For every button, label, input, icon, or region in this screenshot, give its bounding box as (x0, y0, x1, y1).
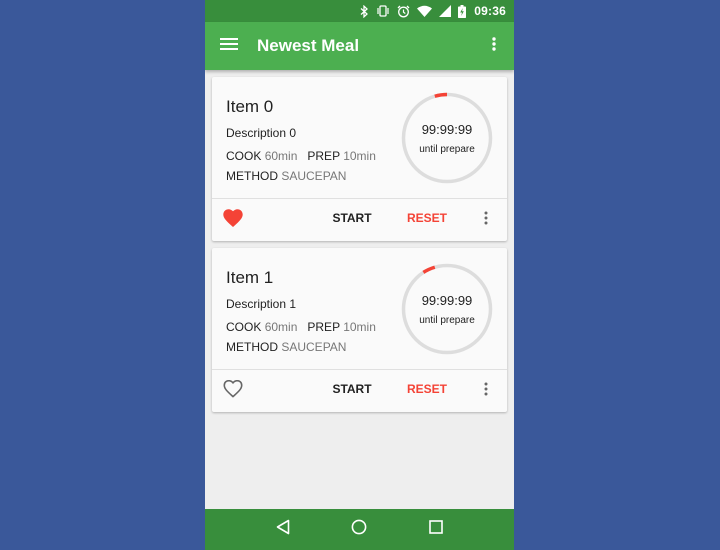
bluetooth-icon (360, 4, 369, 18)
method-value: SAUCEPAN (281, 340, 347, 354)
meal-card[interactable]: Item 1 Description 1 COOK 60min PREP 10m… (212, 248, 507, 412)
meal-list[interactable]: Item 0 Description 0 COOK 60min PREP 10m… (205, 70, 514, 509)
more-vert-icon (492, 36, 496, 56)
cook-value: 60min (264, 149, 298, 163)
meal-times: COOK 60min PREP 10min (226, 149, 376, 163)
card-actions: START RESET (212, 199, 507, 241)
status-bar: 09:36 (205, 0, 514, 22)
battery-charging-icon (458, 4, 467, 18)
card-actions: START RESET (212, 370, 507, 412)
card-more-button[interactable] (478, 209, 494, 231)
overflow-menu-button[interactable] (474, 22, 514, 70)
meal-method: METHOD SAUCEPAN (226, 169, 346, 183)
meal-times: COOK 60min PREP 10min (226, 320, 376, 334)
hamburger-menu-icon (220, 37, 238, 56)
timer-ring (401, 263, 493, 355)
back-button[interactable] (268, 515, 298, 545)
meal-name: Item 0 (226, 97, 274, 116)
timer-value: 99:99:99 (421, 293, 473, 308)
meal-description: Description 0 (226, 126, 297, 140)
meal-name: Item 1 (226, 268, 274, 287)
back-icon (276, 519, 290, 540)
reset-button[interactable]: RESET (402, 211, 452, 225)
timer-ring (401, 92, 493, 184)
reset-button[interactable]: RESET (402, 382, 452, 396)
signal-icon (439, 5, 452, 17)
start-button[interactable]: START (327, 382, 377, 396)
timer-caption: until prepare (419, 315, 475, 326)
card-more-button[interactable] (478, 380, 494, 402)
timer-progress-arc (434, 92, 448, 98)
meal-card[interactable]: Item 0 Description 0 COOK 60min PREP 10m… (212, 77, 507, 241)
countdown-timer: 99:99:99 until prepare (401, 92, 493, 184)
phone-screen: 09:36 Newest Meal Item 0 Description 0 C… (205, 0, 514, 550)
timer-progress-arc (422, 265, 436, 274)
toolbar-title: Newest Meal (257, 36, 360, 55)
method-label: METHOD (226, 340, 278, 354)
favorite-button[interactable] (222, 208, 244, 232)
system-nav-bar (205, 509, 514, 550)
more-vert-icon (484, 382, 488, 401)
vibrate-icon (376, 5, 390, 17)
cook-label: COOK (226, 149, 262, 163)
prep-label: PREP (307, 320, 340, 334)
home-icon (351, 519, 367, 540)
recents-icon (429, 520, 443, 539)
cook-label: COOK (226, 320, 262, 334)
meal-method: METHOD SAUCEPAN (226, 340, 346, 354)
cook-value: 60min (264, 320, 298, 334)
prep-value: 10min (343, 320, 376, 334)
prep-label: PREP (307, 149, 340, 163)
meal-description: Description 1 (226, 297, 297, 311)
method-label: METHOD (226, 169, 278, 183)
countdown-timer: 99:99:99 until prepare (401, 263, 493, 355)
more-vert-icon (484, 211, 488, 230)
favorite-button[interactable] (222, 379, 244, 403)
alarm-icon (397, 5, 410, 18)
menu-button[interactable] (205, 22, 253, 70)
timer-caption: until prepare (419, 144, 475, 155)
heart-outline-icon (223, 379, 243, 403)
prep-value: 10min (343, 149, 376, 163)
home-button[interactable] (344, 515, 374, 545)
recents-button[interactable] (421, 515, 451, 545)
wifi-icon (417, 5, 433, 17)
method-value: SAUCEPAN (281, 169, 347, 183)
heart-filled-icon (223, 208, 243, 232)
app-toolbar: Newest Meal (205, 22, 514, 70)
start-button[interactable]: START (327, 211, 377, 225)
timer-value: 99:99:99 (421, 122, 473, 137)
status-time: 09:36 (474, 4, 506, 18)
